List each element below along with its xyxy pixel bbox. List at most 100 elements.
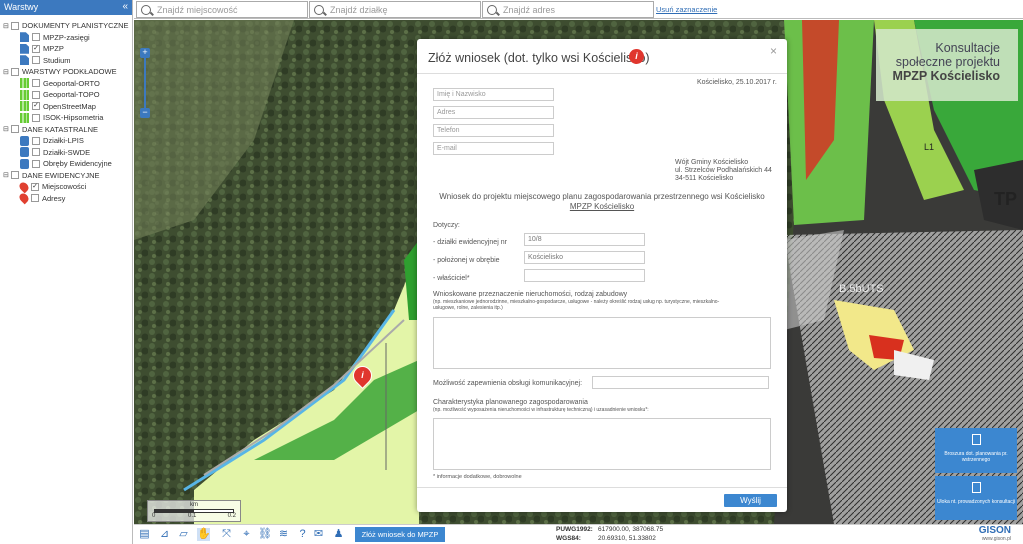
measure-distance-icon[interactable]: ⊿ bbox=[158, 528, 171, 541]
layer-checkbox[interactable] bbox=[32, 148, 40, 157]
address-search-placeholder: Znajdź adres bbox=[503, 4, 556, 15]
layer-isok[interactable]: ISOK-Hipsometria bbox=[3, 112, 132, 124]
layer-studium[interactable]: Studium bbox=[3, 55, 132, 67]
layer-dzialki-swde[interactable]: Działki-SWDE bbox=[3, 147, 132, 159]
document-icon bbox=[971, 434, 981, 445]
layer-label: Studium bbox=[43, 55, 71, 65]
recipient-line: 34-511 Kościelisko bbox=[675, 175, 734, 182]
puwg-label: PUWG1992: bbox=[556, 526, 593, 533]
consultation-banner[interactable]: Konsultacje społeczne projektu MPZP Kośc… bbox=[876, 29, 1018, 101]
help-icon[interactable]: ? bbox=[296, 528, 309, 541]
layer-checkbox[interactable] bbox=[31, 194, 39, 203]
layer-checkbox[interactable] bbox=[32, 33, 40, 42]
email-field[interactable]: E-mail bbox=[433, 142, 554, 155]
puwg-value: 617900.00, 387068.75 bbox=[598, 526, 664, 533]
collapse-toggle-icon[interactable]: ⊟ bbox=[3, 68, 9, 76]
group-checkbox[interactable] bbox=[11, 125, 19, 134]
brochure-button[interactable]: Broszura dot. planowania pr. wstrzennego bbox=[935, 428, 1017, 473]
clear-selection-link[interactable]: Usuń zaznaczenie bbox=[656, 5, 717, 14]
group-label: DOKUMENTY PLANISTYCZNE bbox=[22, 21, 129, 31]
layer-checkbox[interactable] bbox=[32, 90, 40, 99]
name-field[interactable]: Imię i Nazwisko bbox=[433, 88, 554, 101]
print-icon[interactable]: ▤ bbox=[138, 528, 151, 541]
layers-icon[interactable]: ≋ bbox=[277, 528, 290, 541]
map-layer-icon bbox=[20, 78, 29, 89]
collapse-toggle-icon[interactable]: ⊟ bbox=[3, 171, 9, 179]
layer-geoportal-orto[interactable]: Geoportal-ORTO bbox=[3, 78, 132, 90]
layer-label: Adresy bbox=[42, 193, 66, 203]
full-extent-icon[interactable]: ⤧ bbox=[220, 528, 233, 541]
owner-label: - właściciel* bbox=[433, 275, 470, 282]
collapse-toggle-icon[interactable]: ⊟ bbox=[3, 125, 9, 133]
map-layer-icon bbox=[20, 89, 29, 100]
parcel-search-input[interactable]: Znajdź działkę bbox=[309, 1, 481, 18]
parcel-icon bbox=[20, 135, 29, 146]
map-layer-icon bbox=[20, 101, 29, 112]
zoom-out-button[interactable]: − bbox=[140, 108, 150, 118]
wgs-label: WGS84: bbox=[556, 535, 581, 542]
layer-mpzp[interactable]: ✓ MPZP bbox=[3, 43, 132, 55]
close-icon[interactable]: × bbox=[770, 44, 777, 58]
pan-hand-icon[interactable]: ✋ bbox=[197, 528, 211, 541]
purpose-hint: (np. mieszkaniowe jednorodzinne, mieszka… bbox=[433, 299, 720, 311]
collapse-toggle-icon[interactable]: ⊟ bbox=[3, 22, 9, 30]
layer-mpzp-zasiegi[interactable]: MPZP-zasięgi bbox=[3, 32, 132, 44]
precinct-field[interactable]: Kościelisko bbox=[524, 251, 645, 264]
dialog-divider bbox=[417, 73, 787, 74]
place-search-input[interactable]: Znajdź miejscowość bbox=[136, 1, 308, 18]
parcel-number-field[interactable]: 10/8 bbox=[524, 233, 645, 246]
zoom-in-button[interactable]: + bbox=[140, 48, 150, 58]
link-icon[interactable]: ⛓ bbox=[258, 528, 272, 541]
group-ewidencyjne[interactable]: ⊟ DANE EWIDENCYJNE bbox=[3, 170, 132, 182]
mail-icon[interactable]: ✉ bbox=[312, 528, 325, 541]
access-field[interactable] bbox=[592, 376, 769, 389]
layer-checkbox[interactable] bbox=[32, 79, 40, 88]
layer-adresy[interactable]: Adresy bbox=[3, 191, 132, 205]
owner-field[interactable] bbox=[524, 269, 645, 282]
zoom-slider[interactable] bbox=[144, 58, 146, 108]
submit-application-button[interactable]: Złóż wniosek do MPZP bbox=[355, 527, 445, 542]
group-dokumenty[interactable]: ⊟ DOKUMENTY PLANISTYCZNE bbox=[3, 20, 132, 32]
layer-label: ISOK-Hipsometria bbox=[43, 113, 104, 123]
person-icon[interactable]: ♟ bbox=[332, 528, 345, 541]
parcel-label: - działki ewidencyjnej nr bbox=[433, 239, 507, 246]
place-search-placeholder: Znajdź miejscowość bbox=[157, 4, 238, 15]
purpose-textarea[interactable] bbox=[433, 317, 771, 369]
layer-checkbox[interactable] bbox=[32, 159, 40, 168]
submit-button[interactable]: Wyślij bbox=[724, 494, 777, 507]
measure-area-icon[interactable]: ▱ bbox=[177, 528, 190, 541]
map-label-tp: TP bbox=[994, 189, 1017, 209]
layer-checkbox[interactable]: ✓ bbox=[32, 102, 40, 111]
layer-dzialki-lpis[interactable]: Działki-LPIS bbox=[3, 135, 132, 147]
layer-obreby[interactable]: Obręby Ewidencyjne bbox=[3, 158, 132, 170]
parcel-search-placeholder: Znajdź działkę bbox=[330, 4, 388, 15]
layer-checkbox[interactable] bbox=[32, 113, 40, 122]
address-search-input[interactable]: Znajdź adres bbox=[482, 1, 654, 18]
layer-checkbox[interactable] bbox=[32, 136, 40, 145]
brand-name: GISON bbox=[978, 525, 1011, 536]
scale-tick: 0.2 bbox=[227, 513, 236, 519]
collapse-panel-icon[interactable]: « bbox=[122, 1, 128, 12]
layer-checkbox[interactable]: ✓ bbox=[32, 44, 40, 53]
group-checkbox[interactable] bbox=[11, 21, 19, 30]
purpose-label: Wnioskowane przeznaczenie nieruchomości,… bbox=[433, 291, 628, 298]
layer-geoportal-topo[interactable]: Geoportal-TOPO bbox=[3, 89, 132, 101]
layer-label: Geoportal-ORTO bbox=[43, 78, 100, 88]
address-field[interactable]: Adres bbox=[433, 106, 554, 119]
phone-field[interactable]: Telefon bbox=[433, 124, 554, 137]
layer-checkbox[interactable] bbox=[32, 56, 40, 65]
layer-checkbox[interactable]: ✓ bbox=[31, 182, 39, 191]
consultation-info-button[interactable]: Uloka nt. prowadzonych konsultacji bbox=[935, 476, 1017, 520]
layer-miejscowosci[interactable]: ✓ Miejscowości bbox=[3, 180, 132, 194]
group-podkladowe[interactable]: ⊟ WARSTWY PODKŁADOWE bbox=[3, 66, 132, 78]
characteristic-textarea[interactable] bbox=[433, 418, 771, 470]
gison-logo[interactable]: GISON www.gison.pl bbox=[979, 525, 1011, 542]
search-bar: Znajdź miejscowość Znajdź działkę Znajdź… bbox=[134, 0, 1023, 19]
group-checkbox[interactable] bbox=[11, 67, 19, 76]
group-katastralne[interactable]: ⊟ DANE KATASTRALNE bbox=[3, 124, 132, 136]
group-checkbox[interactable] bbox=[11, 171, 19, 180]
heading-link[interactable]: MPZP Kościelisko bbox=[417, 202, 787, 212]
layer-openstreetmap[interactable]: ✓ OpenStreetMap bbox=[3, 101, 132, 113]
identify-icon[interactable]: ⌖ bbox=[240, 528, 253, 541]
group-label: DANE KATASTRALNE bbox=[22, 124, 98, 134]
